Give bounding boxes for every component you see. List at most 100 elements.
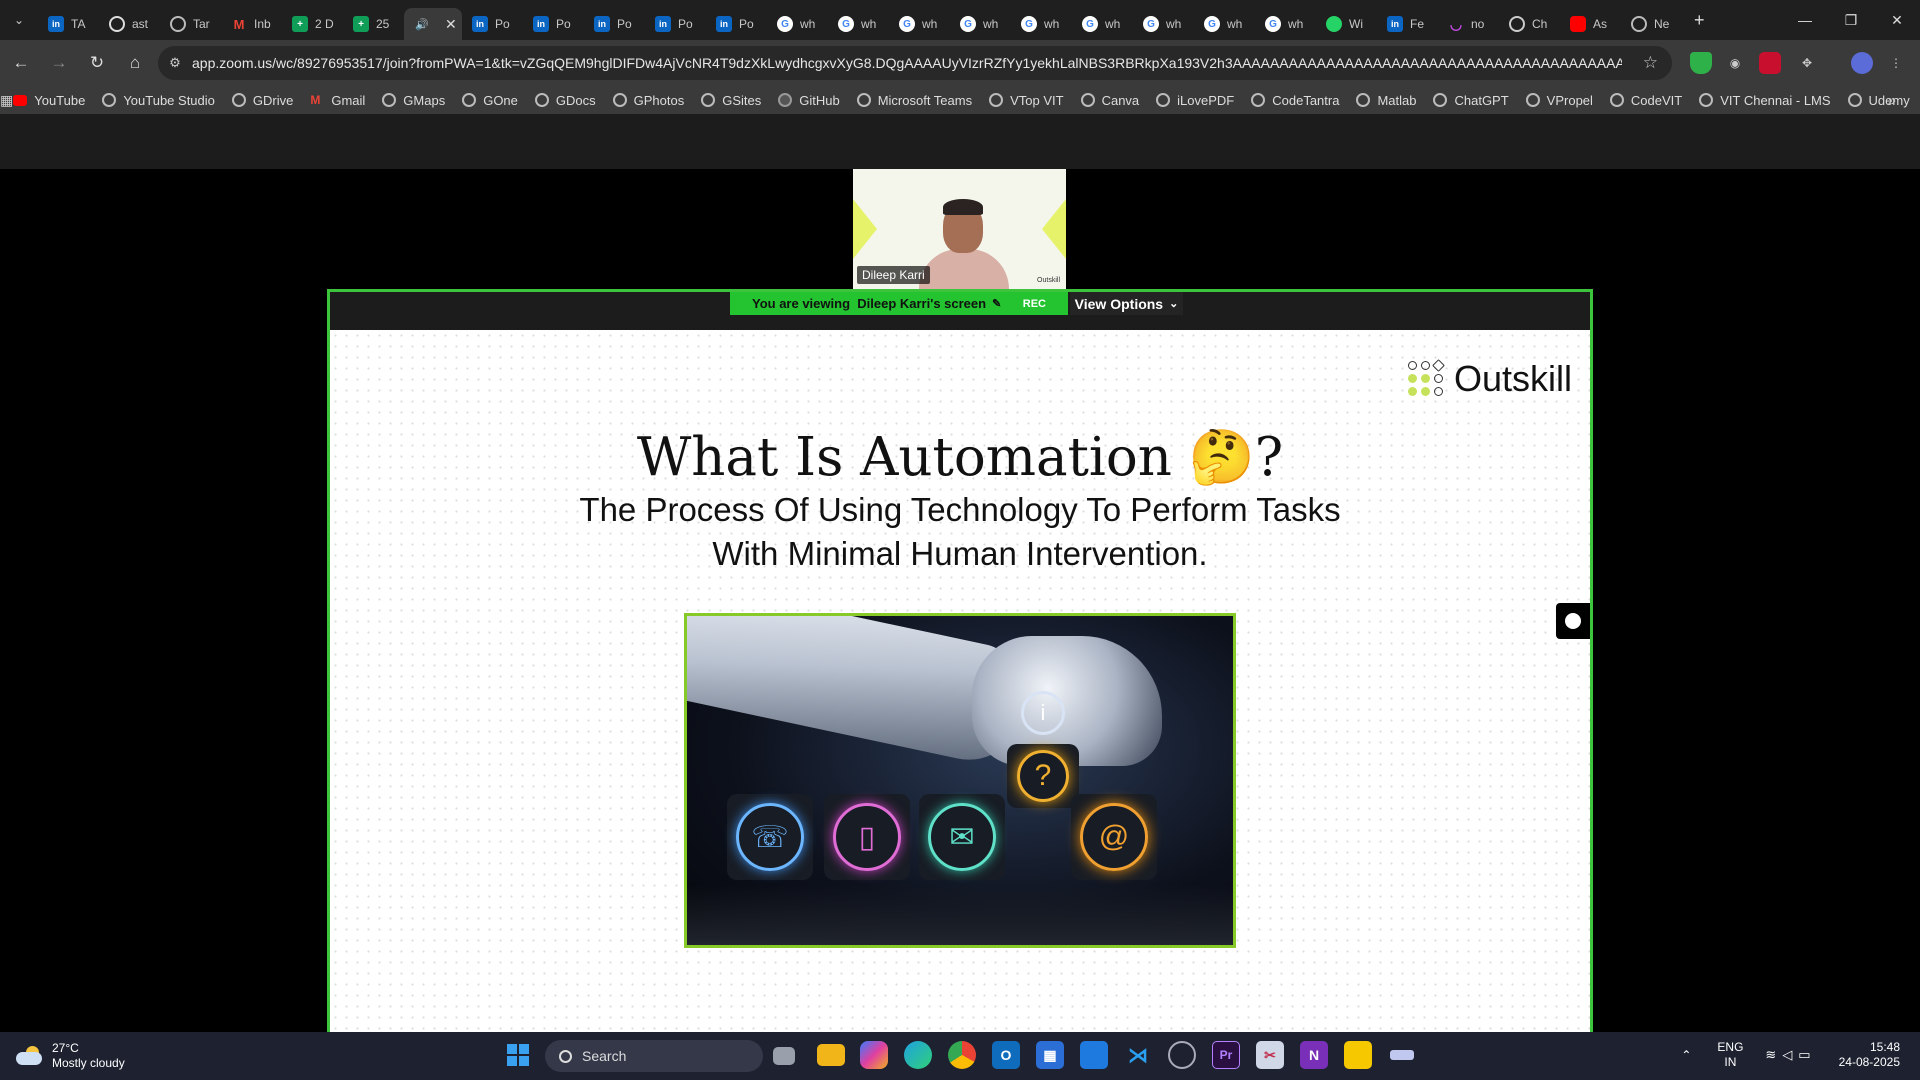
browser-tab[interactable]: Ne <box>1621 8 1682 40</box>
restore-icon[interactable]: ❐ <box>1828 12 1874 29</box>
bookmark-item[interactable]: GPhotos <box>612 93 684 108</box>
browser-tab[interactable]: ast <box>99 8 160 40</box>
browser-tab[interactable]: in TA <box>38 8 99 40</box>
browser-tab[interactable]: ◡ no <box>1438 8 1499 40</box>
browser-tab[interactable]: 🔊 ✕ <box>404 8 462 40</box>
browser-tab[interactable]: +2 D <box>282 8 343 40</box>
browser-tab[interactable]: in Po <box>645 8 706 40</box>
view-options-button[interactable]: View Options ⌄ <box>1070 292 1183 315</box>
bookmark-item[interactable]: GSites <box>701 93 761 108</box>
browser-tab[interactable]: Gwh <box>767 8 828 40</box>
extensions-puzzle-icon[interactable]: ✥ <box>1796 52 1818 74</box>
tray-overflow-icon[interactable]: ⌃ <box>1681 1048 1691 1062</box>
browser-tab[interactable]: Ch <box>1499 8 1560 40</box>
globe-icon <box>382 93 397 107</box>
premiere-pro-icon[interactable]: Pr <box>1212 1041 1240 1069</box>
bookmark-item[interactable]: M Gmail <box>310 93 365 108</box>
bookmark-item[interactable]: Canva <box>1080 93 1139 108</box>
browser-tab[interactable]: Gwh <box>1255 8 1316 40</box>
browser-tab[interactable]: As <box>1560 8 1621 40</box>
windows-start-icon[interactable] <box>504 1041 532 1069</box>
vscode-icon[interactable]: ⋊ <box>1124 1041 1152 1069</box>
bookmark-item[interactable]: GDocs <box>534 93 596 108</box>
bookmark-item[interactable]: GMaps <box>382 93 445 108</box>
snipping-tool-icon[interactable]: ✂ <box>1256 1041 1284 1069</box>
browser-tab[interactable]: +25 <box>343 8 404 40</box>
bookmark-item[interactable]: ChatGPT <box>1433 93 1509 108</box>
bookmark-item[interactable]: YouTube <box>13 93 85 108</box>
chrome-icon[interactable] <box>948 1041 976 1069</box>
minimize-icon[interactable]: — <box>1782 12 1828 28</box>
globe-icon <box>1631 16 1647 32</box>
side-chat-toggle[interactable] <box>1556 603 1590 639</box>
bookmark-item[interactable]: Udemy <box>1847 93 1910 108</box>
bookmark-item[interactable]: VTop VIT <box>989 93 1064 108</box>
copilot-icon[interactable] <box>860 1041 888 1069</box>
task-view-icon[interactable] <box>773 1047 795 1065</box>
browser-menu-icon[interactable]: ⋮ <box>1885 52 1907 74</box>
bookmark-item[interactable]: Microsoft Teams <box>856 93 972 108</box>
close-tab-icon[interactable]: ✕ <box>445 16 457 33</box>
browser-tab[interactable]: Gwh <box>1072 8 1133 40</box>
sticky-notes-icon[interactable] <box>1344 1041 1372 1069</box>
browser-tab[interactable]: in Po <box>462 8 523 40</box>
browser-tab[interactable]: Gwh <box>1133 8 1194 40</box>
clock[interactable]: 15:48 24-08-2025 <box>1839 1040 1900 1070</box>
apps-grid-icon[interactable]: ▦ <box>0 92 13 109</box>
browser-tab[interactable]: M Inb <box>221 8 282 40</box>
back-icon[interactable]: ← <box>4 53 38 73</box>
wifi-volume-battery-icons[interactable]: ≋◁▭ <box>1765 1047 1816 1063</box>
bookmark-star-icon[interactable]: ☆ <box>1643 53 1658 73</box>
outlook-icon[interactable]: O <box>992 1041 1020 1069</box>
weather-widget[interactable]: 27°C Mostly cloudy <box>16 1041 125 1071</box>
address-bar[interactable]: ⚙ app.zoom.us/wc/89276953517/join?fromPW… <box>158 46 1672 80</box>
close-window-icon[interactable]: ✕ <box>1874 12 1920 29</box>
browser-tab[interactable]: Gwh <box>828 8 889 40</box>
tab-label: wh <box>1105 17 1121 31</box>
browser-tab[interactable]: Wi <box>1316 8 1377 40</box>
bookmark-item[interactable]: iLovePDF <box>1156 93 1234 108</box>
tab-search-icon[interactable]: ⌄ <box>8 9 30 31</box>
bookmark-item[interactable]: Matlab <box>1356 93 1416 108</box>
bookmark-item[interactable]: GitHub <box>778 93 840 108</box>
reload-icon[interactable]: ↻ <box>80 53 114 73</box>
bookmark-item[interactable]: CodeTantra <box>1251 93 1339 108</box>
robot-arm <box>687 616 1017 772</box>
store-icon[interactable]: ▦ <box>1036 1041 1064 1069</box>
browser-tab[interactable]: Gwh <box>889 8 950 40</box>
obs-icon[interactable] <box>1168 1041 1196 1069</box>
browser-tab[interactable]: in Po <box>523 8 584 40</box>
participant-video-tile[interactable]: Dileep Karri Outskill <box>853 169 1066 289</box>
taskbar-search[interactable]: Search <box>545 1040 763 1072</box>
browser-tab[interactable]: in Po <box>706 8 767 40</box>
forward-icon[interactable]: → <box>42 53 76 73</box>
url-text[interactable]: app.zoom.us/wc/89276953517/join?fromPWA=… <box>192 55 1622 71</box>
browser-tab[interactable]: Gwh <box>1011 8 1072 40</box>
browser-tab[interactable]: Gwh <box>1194 8 1255 40</box>
browser-tab[interactable]: Tar <box>160 8 221 40</box>
bookmark-item[interactable]: GDrive <box>231 93 293 108</box>
bookmark-item[interactable]: CodeVIT <box>1609 93 1682 108</box>
blue-app-icon[interactable] <box>1080 1041 1108 1069</box>
file-explorer-icon[interactable] <box>817 1044 845 1066</box>
bookmark-item[interactable]: VIT Chennai - LMS <box>1699 93 1831 108</box>
home-icon[interactable]: ⌂ <box>118 53 152 73</box>
browser-tab[interactable]: in Fe <box>1377 8 1438 40</box>
date: 24-08-2025 <box>1838 1055 1900 1069</box>
browser-tab[interactable]: in Po <box>584 8 645 40</box>
edge-icon[interactable] <box>904 1041 932 1069</box>
shield-extension-icon[interactable] <box>1690 52 1712 74</box>
bookmark-item[interactable]: GOne <box>462 93 518 108</box>
profile-avatar[interactable] <box>1851 52 1873 74</box>
more-bookmarks-icon[interactable]: » <box>1888 92 1896 109</box>
bookmark-item[interactable]: YouTube Studio <box>102 93 215 108</box>
camera-extension-icon[interactable]: ◉ <box>1724 52 1746 74</box>
language-indicator[interactable]: ENG IN <box>1717 1040 1743 1070</box>
onenote-icon[interactable]: N <box>1300 1041 1328 1069</box>
chrome-pwa-icon[interactable] <box>1388 1041 1416 1069</box>
browser-tab[interactable]: Gwh <box>950 8 1011 40</box>
new-tab-icon[interactable]: + <box>1694 10 1705 31</box>
bookmark-item[interactable]: VPropel <box>1525 93 1593 108</box>
site-info-icon[interactable]: ⚙ <box>158 55 192 71</box>
pocket-extension-icon[interactable] <box>1759 52 1781 74</box>
